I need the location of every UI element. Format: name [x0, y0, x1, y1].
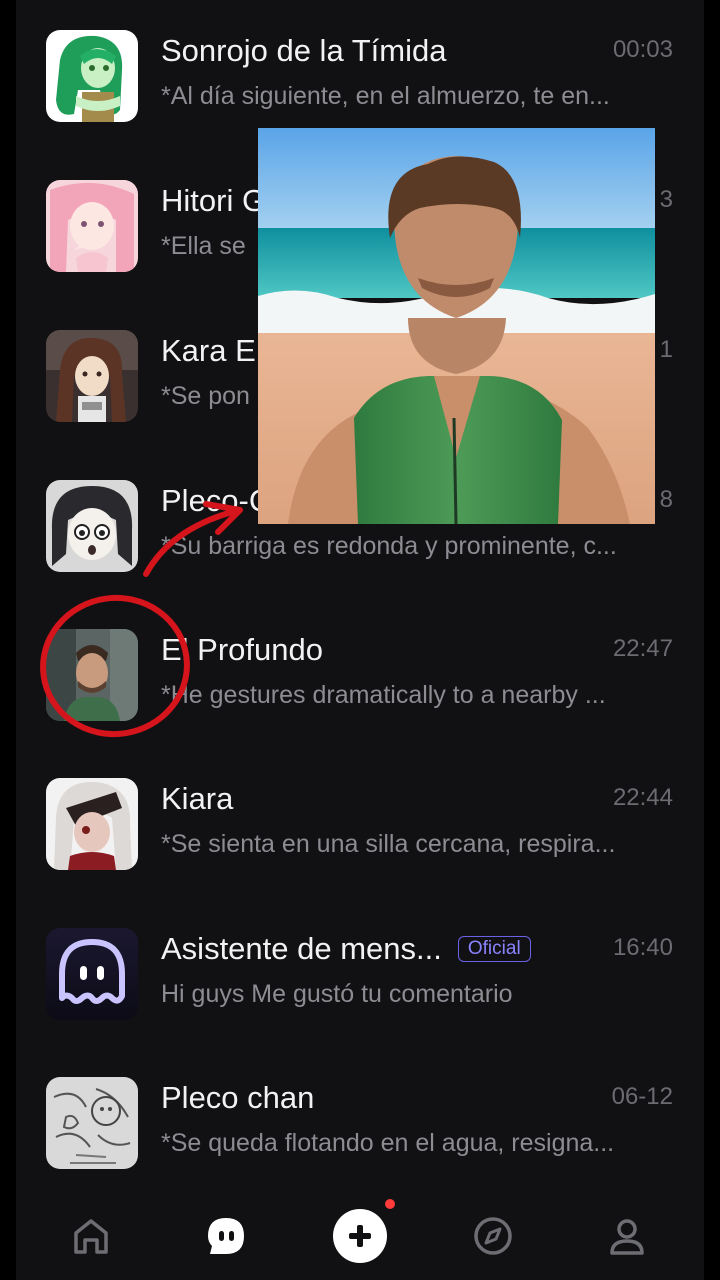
explore-compass-icon	[474, 1217, 512, 1255]
video-overlay-man-on-beach	[258, 128, 655, 524]
chat-name: Pleco-C	[161, 483, 272, 518]
phone-screen: Sonrojo de la Tímida 00:03 *Al día sigui…	[0, 0, 720, 1280]
man-photo-avatar	[46, 629, 138, 721]
dark-haired-chibi-avatar	[46, 480, 138, 572]
chat-name: Pleco chan	[161, 1080, 315, 1115]
chat-row-el-profundo[interactable]: El Profundo 22:47 *He gestures dramatica…	[16, 629, 704, 779]
chat-preview: Hi guys Me gustó tu comentario	[161, 980, 513, 1008]
pink-haired-girl-avatar	[46, 180, 138, 272]
chat-name: Kiara	[161, 781, 234, 816]
chat-row-kiara[interactable]: Kiara 22:44 *Se sienta en una silla cerc…	[16, 778, 704, 928]
create-plus-icon	[333, 1209, 387, 1263]
chat-bubble-icon	[208, 1218, 244, 1254]
nav-profile[interactable]	[597, 1206, 657, 1266]
assistant-ghost-logo	[46, 928, 138, 1020]
official-badge: Oficial	[457, 936, 531, 962]
nav-create[interactable]	[330, 1206, 390, 1266]
chat-preview: *He gestures dramatically to a nearby ..…	[161, 681, 606, 709]
chat-time: 16:40	[612, 934, 673, 961]
white-haired-girl-avatar	[46, 778, 138, 870]
nav-explore[interactable]	[463, 1206, 523, 1266]
chat-time: 06-12	[611, 1083, 673, 1110]
chat-preview: *Su barriga es redonda y prominente, c..…	[161, 532, 617, 560]
chat-row-asistente[interactable]: Asistente de mens... Oficial 16:40 Hi gu…	[16, 928, 704, 1078]
chat-name: Kara E	[161, 333, 256, 368]
chat-time: 8	[659, 486, 673, 513]
chat-name: Asistente de mens...	[161, 931, 442, 966]
chat-name: El Profundo	[161, 632, 323, 667]
chat-name: Hitori G	[161, 183, 267, 218]
chat-preview: *Al día siguiente, en el almuerzo, te en…	[161, 82, 610, 110]
chat-time: 1	[659, 336, 673, 363]
nav-home[interactable]	[61, 1206, 121, 1266]
brown-haired-girl-avatar	[46, 330, 138, 422]
chat-time: 3	[659, 186, 673, 213]
chat-preview: *Se sienta en una silla cercana, respira…	[161, 830, 616, 858]
nav-chats[interactable]	[196, 1206, 256, 1266]
bottom-nav	[16, 1196, 704, 1280]
profile-icon	[610, 1219, 644, 1255]
chat-preview: *Se queda flotando en el agua, resigna..…	[161, 1129, 615, 1157]
sketch-drawing-avatar	[46, 1077, 138, 1169]
green-haired-girl-avatar	[46, 30, 138, 122]
chat-time: 22:47	[612, 635, 673, 662]
chat-time: 22:44	[612, 784, 673, 811]
home-icon	[74, 1219, 108, 1254]
notification-dot	[385, 1199, 395, 1209]
chat-name: Sonrojo de la Tímida	[161, 33, 447, 68]
chat-time: 00:03	[612, 36, 673, 63]
